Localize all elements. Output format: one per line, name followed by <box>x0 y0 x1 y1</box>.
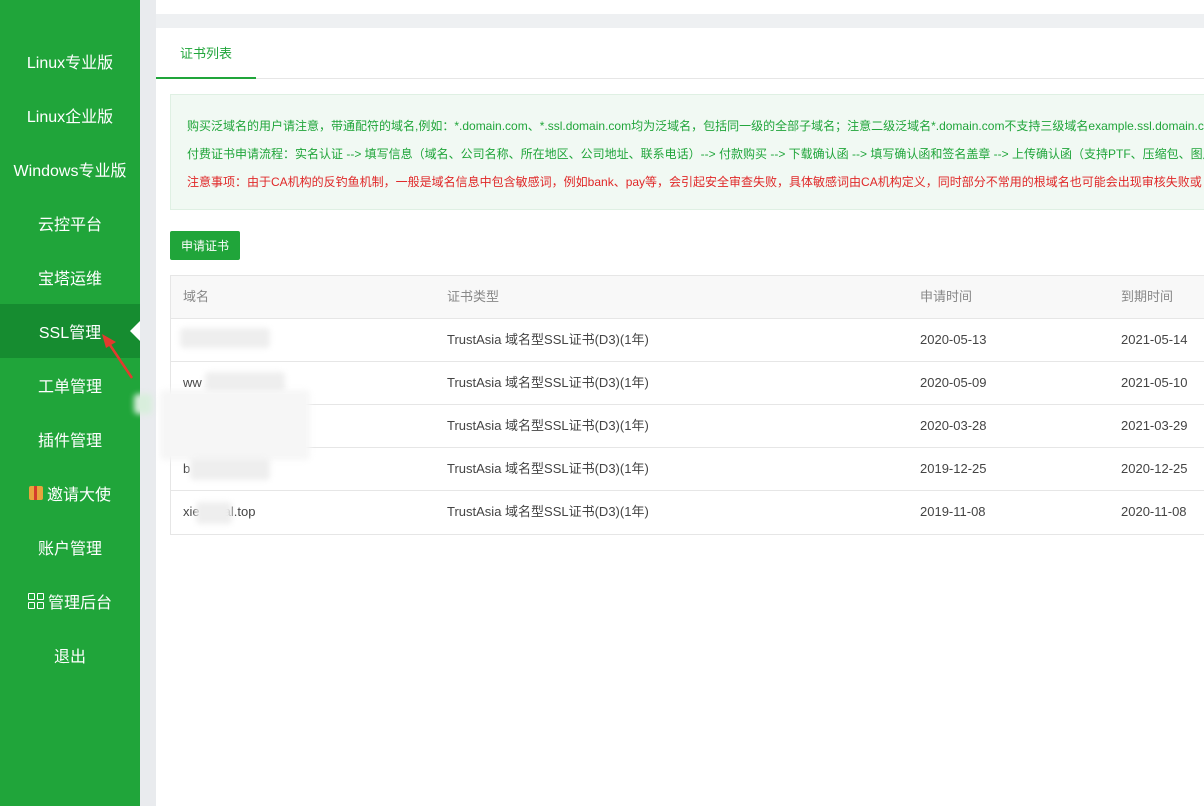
main-panel: 证书列表 购买泛域名的用户请注意，带通配符的域名,例如：*.domain.com… <box>156 28 1204 806</box>
expire-date-cell: 2021-05-10 <box>1121 375 1188 390</box>
table-row[interactable]: b TrustAsia 域名型SSL证书(D3)(1年) 2019-12-25 … <box>171 448 1204 491</box>
table-row[interactable]: ww TrustAsia 域名型SSL证书(D3)(1年) 2020-05-09… <box>171 362 1204 405</box>
cert-type-cell: TrustAsia 域名型SSL证书(D3)(1年) <box>447 461 649 476</box>
cert-type-cell: TrustAsia 域名型SSL证书(D3)(1年) <box>447 418 649 433</box>
tab-bar: 证书列表 <box>156 28 1204 79</box>
sidebar-item-label: 邀请大使 <box>46 487 111 504</box>
sidebar-item-label: 管理后台 <box>47 595 112 612</box>
redaction-blur <box>190 458 270 480</box>
expire-date-cell: 2020-12-25 <box>1121 461 1188 476</box>
header-apply-time: 申请时间 <box>920 289 973 304</box>
sidebar-item-label: Linux企业版 <box>26 109 114 126</box>
header-cert-type: 证书类型 <box>447 289 500 304</box>
sidebar-item-label: 插件管理 <box>37 433 102 450</box>
grid-icon <box>27 593 44 609</box>
cert-type-cell: TrustAsia 域名型SSL证书(D3)(1年) <box>447 375 649 390</box>
table-row[interactable]: TrustAsia 域名型SSL证书(D3)(1年) 2020-05-13 20… <box>171 319 1204 362</box>
sidebar-item-logout[interactable]: 退出 <box>0 628 140 682</box>
sidebar-item-label: 工单管理 <box>37 379 102 396</box>
sidebar-item-linux-pro[interactable]: Linux专业版 <box>0 34 140 88</box>
sidebar-item-label: 账户管理 <box>37 541 102 558</box>
sidebar: Linux专业版 Linux企业版 Windows专业版 云控平台 宝塔运维 S… <box>0 0 140 806</box>
sidebar-item-windows-pro[interactable]: Windows专业版 <box>0 142 140 196</box>
apply-date-cell: 2019-11-08 <box>920 504 986 519</box>
redaction-blur <box>134 394 152 414</box>
apply-date-cell: 2019-12-25 <box>920 461 987 476</box>
header-domain: 域名 <box>183 289 210 304</box>
sidebar-item-label: 退出 <box>53 649 86 666</box>
table-row[interactable]: xie al.top TrustAsia 域名型SSL证书(D3)(1年) 201… <box>171 491 1204 534</box>
annotation-arrow-icon <box>102 334 134 379</box>
sidebar-item-bt-ops[interactable]: 宝塔运维 <box>0 250 140 304</box>
apply-date-cell: 2020-05-09 <box>920 375 987 390</box>
header-expire-time: 到期时间 <box>1121 289 1174 304</box>
certificate-table: 域名 证书类型 申请时间 到期时间 TrustAsia 域名型SSL证书(D3)… <box>170 275 1204 535</box>
notice-box: 购买泛域名的用户请注意，带通配符的域名,例如：*.domain.com、*.ss… <box>170 94 1204 210</box>
expire-date-cell: 2021-03-29 <box>1121 418 1188 433</box>
sidebar-item-linux-enterprise[interactable]: Linux企业版 <box>0 88 140 142</box>
gift-icon <box>28 486 43 500</box>
cert-type-cell: TrustAsia 域名型SSL证书(D3)(1年) <box>447 332 649 347</box>
sidebar-item-label: Windows专业版 <box>13 163 127 180</box>
sidebar-item-account[interactable]: 账户管理 <box>0 520 140 574</box>
redaction-blur <box>180 328 270 348</box>
apply-date-cell: 2020-05-13 <box>920 332 987 347</box>
top-bar <box>156 0 1204 14</box>
sidebar-item-label: 云控平台 <box>37 217 102 234</box>
expire-date-cell: 2020-11-08 <box>1121 504 1187 519</box>
redaction-blur <box>196 502 232 524</box>
apply-date-cell: 2020-03-28 <box>920 418 987 433</box>
expire-date-cell: 2021-05-14 <box>1121 332 1188 347</box>
tab-certificate-list[interactable]: 证书列表 <box>156 28 256 79</box>
notice-process: 付费证书申请流程：实名认证 --> 填写信息（域名、公司名称、所在地区、公司地址… <box>187 147 1204 161</box>
cert-type-cell: TrustAsia 域名型SSL证书(D3)(1年) <box>447 504 649 519</box>
sidebar-item-admin[interactable]: 管理后台 <box>0 574 140 628</box>
notice-warning: 注意事项：由于CA机构的反钓鱼机制，一般是域名信息中包含敏感词，例如bank、p… <box>187 175 1202 189</box>
top-gap <box>156 14 1204 28</box>
sidebar-item-invite[interactable]: 邀请大使 <box>0 466 140 520</box>
sidebar-item-label: Linux专业版 <box>26 55 114 72</box>
sidebar-item-plugins[interactable]: 插件管理 <box>0 412 140 466</box>
apply-certificate-button[interactable]: 申请证书 <box>170 231 240 260</box>
sidebar-item-label: SSL管理 <box>38 325 102 342</box>
redaction-blur <box>160 390 310 460</box>
notice-wildcard: 购买泛域名的用户请注意，带通配符的域名,例如：*.domain.com、*.ss… <box>187 119 1204 133</box>
sidebar-item-label: 宝塔运维 <box>37 271 102 288</box>
table-header: 域名 证书类型 申请时间 到期时间 <box>171 276 1204 319</box>
table-row[interactable]: TrustAsia 域名型SSL证书(D3)(1年) 2020-03-28 20… <box>171 405 1204 448</box>
sidebar-item-cloud-control[interactable]: 云控平台 <box>0 196 140 250</box>
